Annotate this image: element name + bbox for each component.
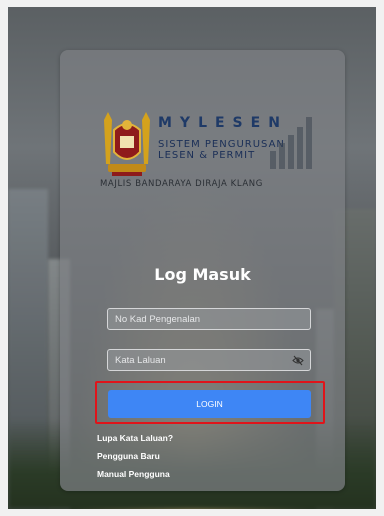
logo: MYLESEN SISTEM PENGURUSAN LESEN & PERMIT…: [100, 112, 312, 192]
new-user-link[interactable]: Pengguna Baru: [97, 451, 173, 461]
organization-name: MAJLIS BANDARAYA DIRAJA KLANG: [100, 179, 263, 189]
page-title: Log Masuk: [154, 265, 251, 284]
ic-number-input[interactable]: [108, 309, 310, 330]
bars-graphic: [270, 117, 314, 169]
ic-number-field[interactable]: [107, 308, 311, 330]
eye-off-icon[interactable]: [292, 355, 304, 366]
background: MYLESEN SISTEM PENGURUSAN LESEN & PERMIT…: [8, 7, 376, 509]
auth-links: Lupa Kata Laluan? Pengguna Baru Manual P…: [97, 433, 173, 487]
brand-text: MYLESEN SISTEM PENGURUSAN LESEN & PERMIT: [158, 115, 312, 169]
login-card: MYLESEN SISTEM PENGURUSAN LESEN & PERMIT…: [60, 50, 345, 491]
city-emblem-icon: [104, 112, 150, 176]
user-manual-link[interactable]: Manual Pengguna: [97, 469, 173, 479]
login-button[interactable]: LOGIN: [108, 390, 311, 418]
forgot-password-link[interactable]: Lupa Kata Laluan?: [97, 433, 173, 443]
password-field[interactable]: [107, 349, 311, 371]
password-input[interactable]: [108, 350, 310, 371]
